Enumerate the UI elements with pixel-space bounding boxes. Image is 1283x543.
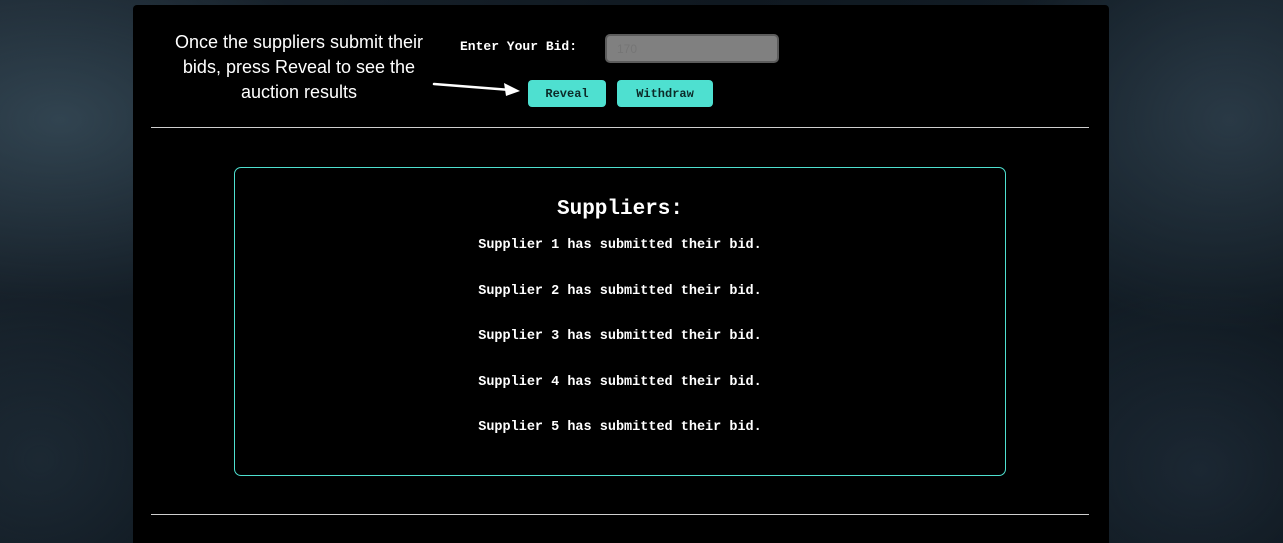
suppliers-box: Suppliers: Supplier 1 has submitted thei… [234,167,1006,476]
suppliers-title: Suppliers: [556,198,684,221]
instruction-annotation: Once the suppliers submit their bids, pr… [174,32,424,102]
divider-top [151,127,1089,128]
withdraw-button[interactable]: Withdraw [617,80,713,107]
bid-input[interactable] [605,34,779,63]
supplier-status-item: Supplier 1 has submitted their bid. [478,238,762,253]
reveal-button[interactable]: Reveal [528,80,606,107]
supplier-status-item: Supplier 3 has submitted their bid. [478,329,762,344]
arrow-right-icon [432,82,520,96]
supplier-status-item: Supplier 5 has submitted their bid. [478,420,762,435]
divider-bottom [151,514,1089,515]
bid-label: Enter Your Bid: [460,39,578,54]
supplier-status-item: Supplier 4 has submitted their bid. [478,374,762,390]
supplier-status-item: Supplier 2 has submitted their bid. [478,283,762,299]
supplier-list: Supplier 1 has submitted their bid. Supp… [235,237,1005,465]
